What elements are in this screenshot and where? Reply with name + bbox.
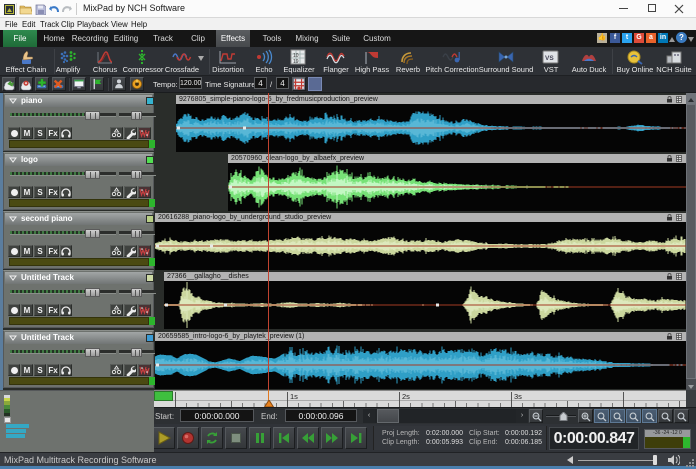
svg-text:VS: VS (545, 55, 554, 62)
